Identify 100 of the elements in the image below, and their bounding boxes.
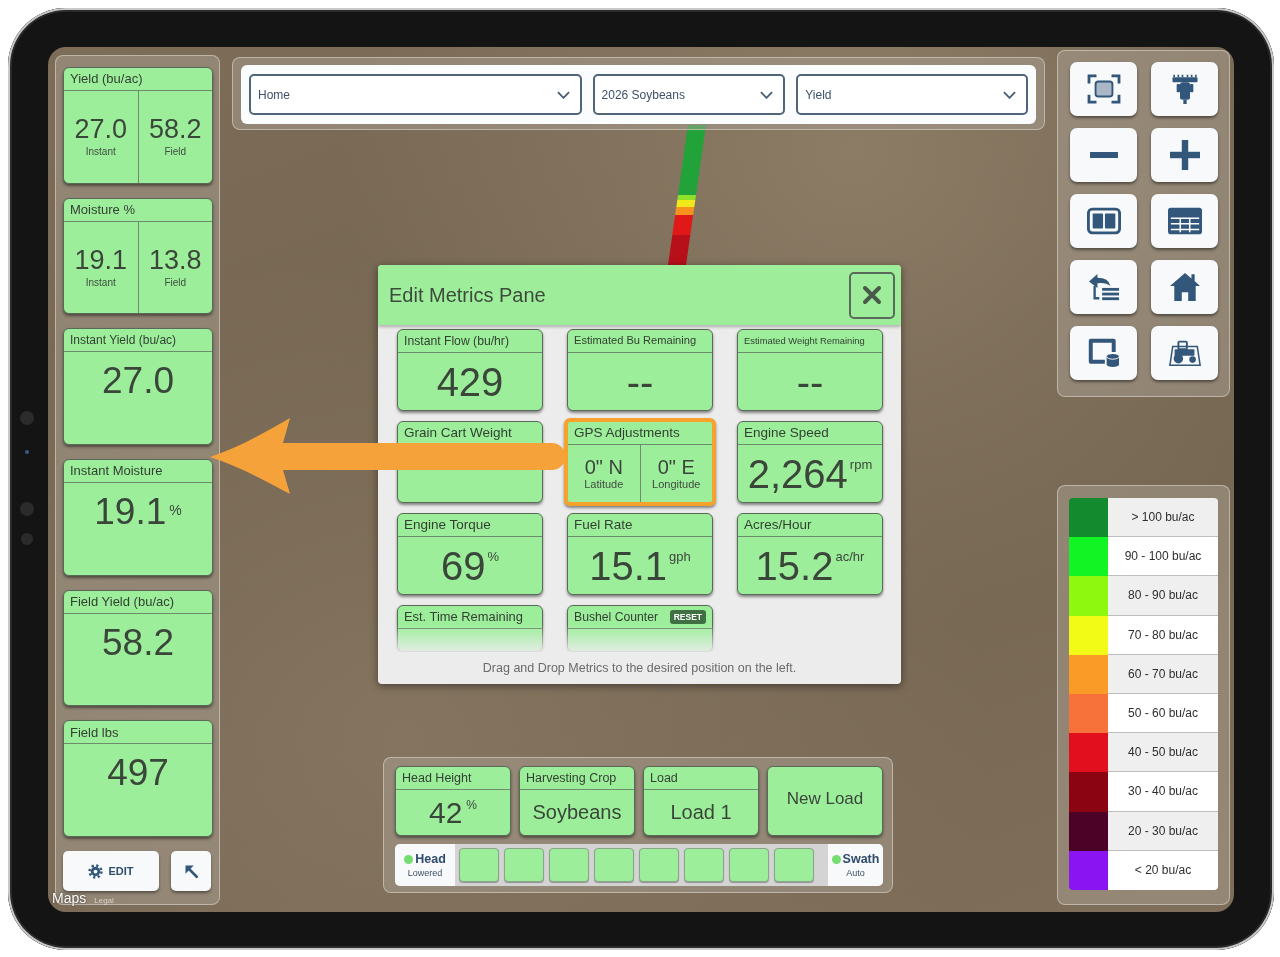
metric-card[interactable]: Instant Moisture 19.1%: [63, 459, 213, 576]
metric-title: Estimated Bu Remaining: [574, 334, 697, 348]
metric-card[interactable]: Instant Flow (bu/hr) 429: [397, 329, 543, 411]
metric-card[interactable]: Head Height 42%: [395, 766, 511, 836]
metric-value: Load 1: [670, 801, 732, 824]
metric-card[interactable]: Moisture % 19.1 Instant 13.8 Field: [63, 197, 213, 315]
table-view-button[interactable]: [1151, 194, 1218, 248]
legend-label: 80 - 90 bu/ac: [1108, 576, 1218, 616]
metric-title: Instant Moisture: [70, 463, 163, 479]
tractor-map-button[interactable]: [1151, 326, 1218, 380]
dropdown-select[interactable]: Yield: [796, 74, 1028, 115]
metric-title: Field Yield (bu/ac): [70, 593, 175, 610]
metric-card[interactable]: Estimated Bu Remaining --: [567, 329, 713, 411]
section-tile[interactable]: [684, 848, 724, 882]
metric-title: Yield (bu/ac): [70, 71, 143, 87]
reset-button[interactable]: RESET: [669, 610, 706, 624]
fit-screen-icon: [1086, 74, 1121, 104]
back-list-button[interactable]: [1070, 260, 1137, 314]
split-view-button[interactable]: [1070, 194, 1137, 248]
metric-title: Est. Time Remaining: [404, 609, 523, 625]
section-tile[interactable]: [504, 848, 544, 882]
section-tile[interactable]: [549, 848, 589, 882]
section-tile[interactable]: [639, 848, 679, 882]
metric-title: Estimated Weight Remaining: [744, 335, 865, 347]
close-button[interactable]: [849, 271, 895, 319]
screen-database-icon: [1086, 338, 1121, 368]
metric-card[interactable]: Yield (bu/ac) 27.0 Instant 58.2 Field: [63, 67, 213, 184]
metric-unit: gph: [669, 549, 691, 564]
metric-value: Soybeans: [532, 801, 622, 824]
section-tile[interactable]: [774, 848, 814, 882]
home-button[interactable]: [1151, 260, 1218, 314]
metric-value: --: [626, 361, 654, 402]
metric-title: Engine Speed: [744, 424, 829, 442]
fit-view-button[interactable]: [1070, 62, 1137, 116]
metric-title: GPS Adjustments: [574, 424, 680, 442]
metric-value: 19.1: [74, 246, 128, 274]
metric-value: 27.0: [74, 115, 128, 143]
metric-card[interactable]: Field lbs 497: [63, 720, 213, 838]
section-tile[interactable]: [594, 848, 634, 882]
collapse-button[interactable]: [171, 851, 211, 892]
legend-label: 20 - 30 bu/ac: [1108, 811, 1218, 851]
dropdown-select[interactable]: Home: [249, 74, 582, 115]
close-icon: [862, 285, 882, 305]
metric-title: Grain Cart Weight: [404, 424, 512, 442]
metric-title: Head Height: [402, 770, 472, 786]
metric-card[interactable]: Est. Time Remaining: [397, 605, 543, 652]
legend-label: 60 - 70 bu/ac: [1108, 654, 1218, 694]
metric-unit: %: [169, 502, 182, 518]
metric-card[interactable]: Harvesting Crop Soybeans: [519, 766, 635, 836]
metric-value: 69: [440, 545, 486, 586]
zoom-out-button[interactable]: [1070, 128, 1137, 182]
legend-label: 40 - 50 bu/ac: [1108, 733, 1218, 773]
metric-sublabel: Instant: [85, 145, 116, 158]
metric-sublabel: Latitude: [584, 478, 624, 490]
metric-sublabel: Longitude: [652, 478, 701, 490]
dialog-title: Edit Metrics Pane: [389, 283, 546, 307]
metric-card[interactable]: Engine Torque 69%: [397, 513, 543, 595]
metric-card[interactable]: Load Load 1: [643, 766, 759, 836]
metric-title: Fuel Rate: [574, 516, 633, 534]
map-attribution: Maps: [52, 890, 87, 906]
table-icon: [1167, 206, 1202, 236]
new-load-button[interactable]: New Load: [767, 766, 883, 836]
metric-value: 0" N: [584, 457, 623, 477]
metric-value: 15.2: [755, 545, 834, 586]
metric-value: 13.8: [148, 246, 202, 274]
legend-label: < 20 bu/ac: [1108, 850, 1218, 890]
zoom-in-icon: [1167, 140, 1202, 170]
metric-card[interactable]: Field Yield (bu/ac) 58.2: [63, 589, 213, 707]
metric-title: Instant Yield (bu/ac): [70, 333, 177, 348]
back-arrow-list-icon: [1086, 272, 1121, 302]
edit-button[interactable]: EDIT: [63, 851, 159, 892]
metric-value: 19.1: [94, 493, 167, 532]
indicator-light-icon: [25, 450, 29, 454]
metric-value: 429: [436, 361, 504, 402]
metric-card[interactable]: Bushel Counter RESET: [567, 605, 713, 652]
legend-label: 30 - 40 bu/ac: [1108, 772, 1218, 812]
metric-card[interactable]: GPS Adjustments 0" N Latitude 0" E Longitude: [564, 418, 716, 506]
metric-card[interactable]: Estimated Weight Remaining --: [737, 329, 883, 411]
metric-title: Acres/Hour: [744, 516, 812, 534]
harvester-view-button[interactable]: [1151, 62, 1218, 116]
zoom-in-button[interactable]: [1151, 128, 1218, 182]
metric-title: Harvesting Crop: [526, 770, 617, 786]
metric-sublabel: Field: [164, 276, 187, 289]
metric-title: Bushel Counter: [574, 609, 658, 625]
status-label: Swath: [842, 852, 880, 866]
status-value: Lowered: [407, 868, 443, 878]
metric-value: 42: [428, 797, 463, 828]
metric-value: --: [796, 361, 824, 402]
dropdown-select[interactable]: 2026 Soybeans: [592, 74, 786, 115]
metric-value: 58.2: [148, 115, 202, 143]
legend-label: > 100 bu/ac: [1108, 498, 1218, 538]
status-label: Head: [415, 852, 446, 866]
split-view-icon: [1086, 206, 1121, 236]
section-tile[interactable]: [459, 848, 499, 882]
chevron-down-icon: [556, 90, 570, 99]
section-tile[interactable]: [729, 848, 769, 882]
screen-data-button[interactable]: [1070, 326, 1137, 380]
tractor-icon: [1167, 338, 1202, 368]
metric-card[interactable]: Instant Yield (bu/ac) 27.0: [63, 328, 213, 445]
metric-title: Load: [650, 770, 678, 786]
